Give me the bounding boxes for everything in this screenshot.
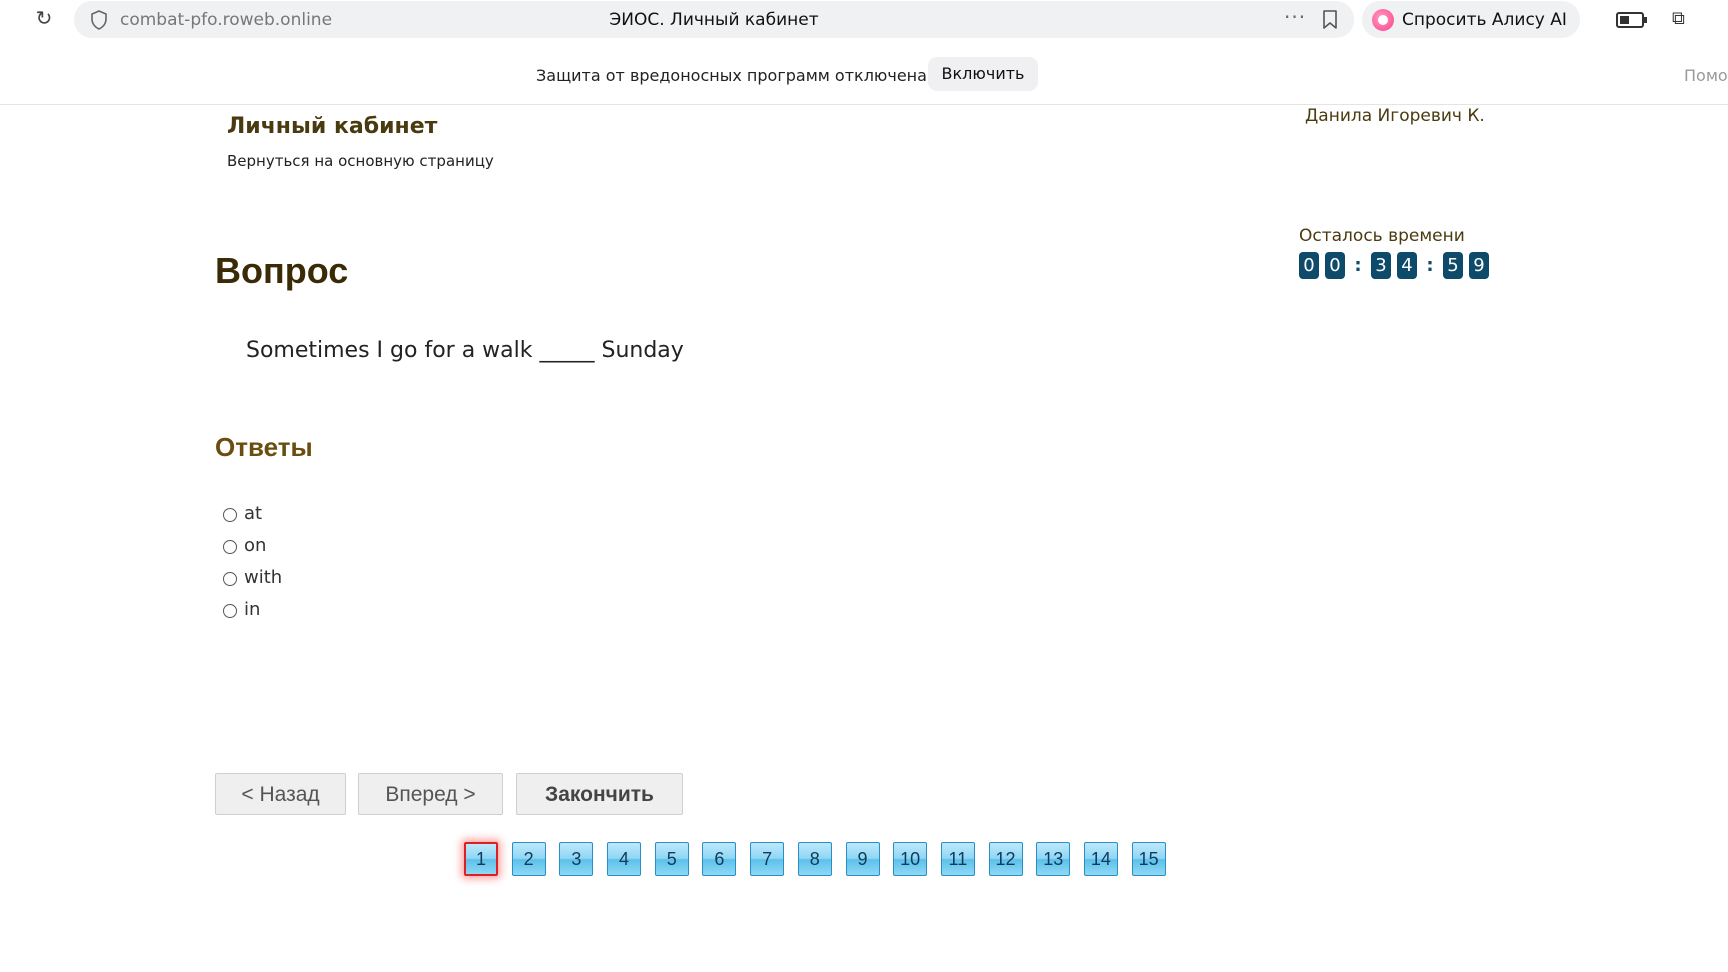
countdown-timer: 0 0 : 3 4 : 5 9 (1299, 251, 1495, 279)
page-button-11[interactable]: 11 (940, 842, 975, 876)
answer-option-in[interactable]: in (223, 593, 282, 625)
answer-label: with (244, 566, 283, 588)
radio-button[interactable] (223, 572, 237, 586)
security-infobar: Защита от вредоносных программ отключена… (0, 54, 1728, 105)
answer-option-with[interactable]: with (223, 561, 282, 593)
reload-icon[interactable]: ↻ (32, 6, 56, 30)
alice-icon (1372, 9, 1394, 31)
user-name[interactable]: Данила Игоревич К. (1305, 106, 1485, 126)
back-button[interactable]: < Назад (215, 773, 346, 815)
answer-label: on (244, 534, 267, 556)
answer-label: at (244, 502, 263, 524)
timer-digit: 0 (1325, 251, 1345, 279)
question-pager: 1 2 3 4 5 6 7 8 9 10 11 12 13 14 15 (464, 842, 1179, 876)
ask-alice-label: Спросить Алису AI (1402, 10, 1567, 30)
page-title: Личный кабинет (227, 114, 438, 139)
answer-option-at[interactable]: at (223, 497, 282, 529)
radio-button[interactable] (223, 508, 237, 522)
timer-separator: : (1354, 254, 1362, 276)
answer-option-on[interactable]: on (223, 529, 282, 561)
page-button-3[interactable]: 3 (559, 842, 594, 876)
page-button-1[interactable]: 1 (464, 842, 498, 876)
page-button-5[interactable]: 5 (654, 842, 689, 876)
page-button-9[interactable]: 9 (845, 842, 880, 876)
question-text: Sometimes I go for a walk _____ Sunday (246, 338, 684, 363)
timer-digit: 0 (1299, 251, 1319, 279)
infobar-message: Защита от вредоносных программ отключена (536, 66, 927, 85)
question-heading: Вопрос (215, 250, 349, 291)
page-button-13[interactable]: 13 (1036, 842, 1071, 876)
ask-alice-button[interactable]: Спросить Алису AI (1362, 1, 1580, 38)
page-button-7[interactable]: 7 (750, 842, 785, 876)
tab-page-title: ЭИОС. Личный кабинет (609, 10, 819, 30)
next-button[interactable]: Вперед > (358, 773, 503, 815)
page-button-2[interactable]: 2 (511, 842, 546, 876)
timer-digit: 4 (1397, 251, 1417, 279)
bookmark-icon[interactable] (1322, 10, 1338, 30)
answer-list: at on with in (223, 497, 282, 625)
browser-toolbar: ↻ combat-pfo.roweb.online ЭИОС. Личный к… (0, 0, 1728, 38)
radio-button[interactable] (223, 540, 237, 554)
battery-icon (1616, 12, 1647, 28)
page-button-8[interactable]: 8 (797, 842, 832, 876)
timer-separator: : (1426, 254, 1434, 276)
help-link[interactable]: Помо (1684, 66, 1728, 85)
timer-digit: 9 (1469, 251, 1489, 279)
answers-heading: Ответы (215, 432, 313, 462)
page-button-10[interactable]: 10 (893, 842, 928, 876)
timer-digit: 5 (1443, 251, 1463, 279)
timer-digit: 3 (1371, 251, 1391, 279)
enable-protection-button[interactable]: Включить (928, 57, 1038, 91)
timer-label: Осталось времени (1299, 226, 1465, 246)
back-to-main-link[interactable]: Вернуться на основную страницу (227, 152, 494, 170)
extensions-icon[interactable]: ⧉ (1672, 8, 1694, 30)
radio-button[interactable] (223, 604, 237, 618)
answer-label: in (244, 598, 261, 620)
page-button-15[interactable]: 15 (1131, 842, 1166, 876)
page-button-6[interactable]: 6 (702, 842, 737, 876)
more-icon[interactable]: ··· (1284, 5, 1306, 29)
page-button-4[interactable]: 4 (607, 842, 642, 876)
finish-button[interactable]: Закончить (516, 773, 683, 815)
address-bar[interactable]: combat-pfo.roweb.online ЭИОС. Личный каб… (74, 1, 1354, 38)
page-button-14[interactable]: 14 (1083, 842, 1118, 876)
page-button-12[interactable]: 12 (988, 842, 1023, 876)
